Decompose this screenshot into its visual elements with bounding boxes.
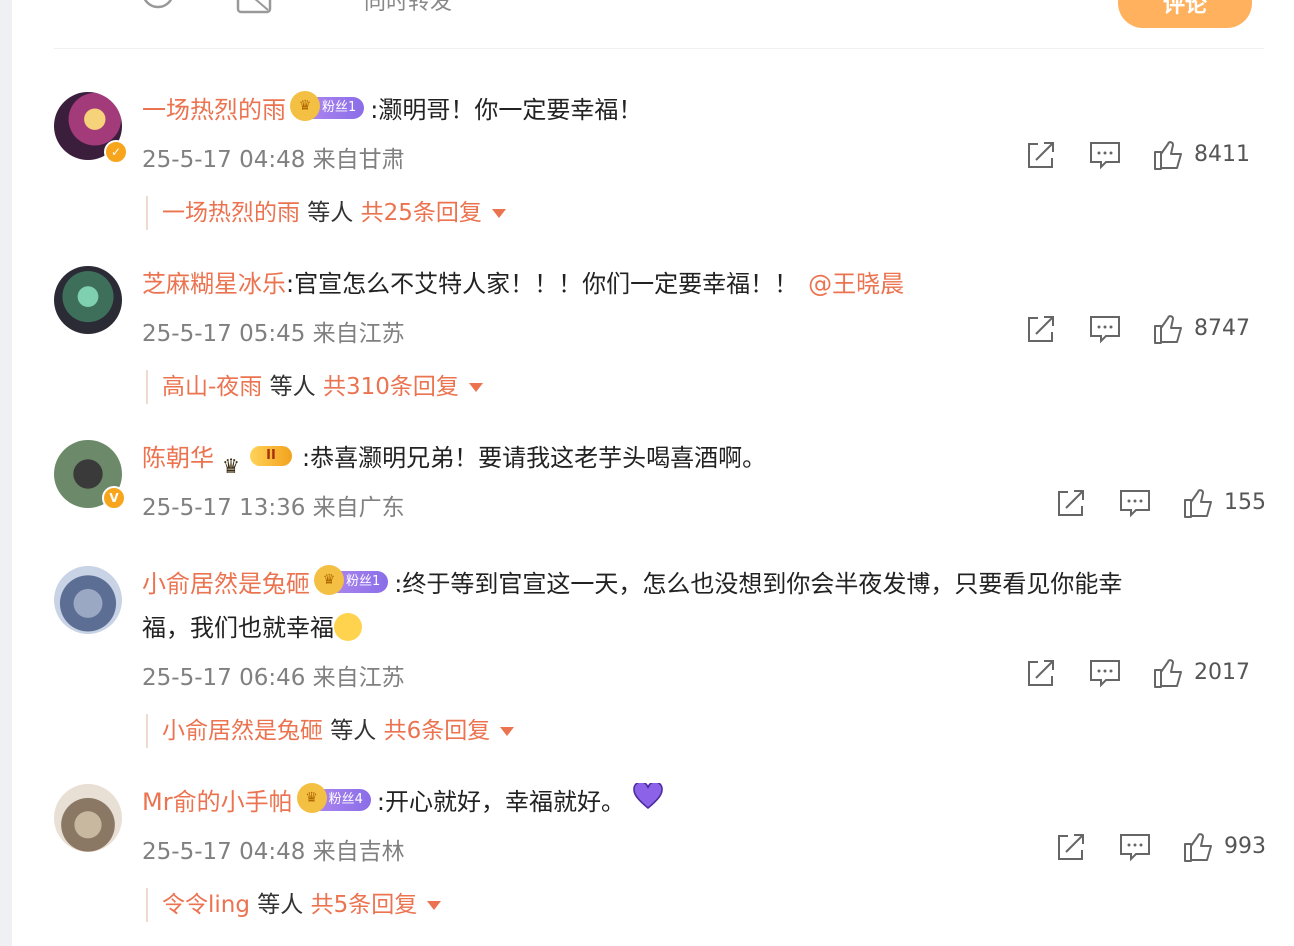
fan-badge-label: 粉丝1 (346, 574, 381, 589)
reply-total[interactable]: 共25条回复 (361, 200, 482, 226)
crying-emoji-icon (334, 613, 362, 641)
reply-total[interactable]: 共310条回复 (323, 374, 459, 400)
comment-actions: 8747 (1024, 312, 1264, 346)
comment-text: :官宣怎么不艾特人家！！！你们一定要幸福！！ (286, 270, 799, 298)
like-icon[interactable] (1152, 656, 1184, 690)
share-icon[interactable] (1054, 830, 1088, 864)
repost-checkbox-label[interactable]: 同时转发 (364, 0, 452, 16)
comment-body: 一场热烈的雨 ♛ 粉丝1:灏明哥！你一定要幸福！ (142, 88, 642, 132)
comment-actions: 2017 (1024, 656, 1264, 690)
comment-actions: 8411 (1024, 138, 1264, 172)
comment-panel: 同时转发 评论 ✓ 一场热烈的雨 ♛ 粉丝1:灏明哥！你一定要幸福！ 25-5-17… (12, 0, 1294, 946)
divider (54, 48, 1264, 49)
like-icon[interactable] (1152, 312, 1184, 346)
crown-icon: ♛ (314, 565, 344, 595)
emoji-icon[interactable] (140, 0, 176, 18)
reply-username[interactable]: 一场热烈的雨 (162, 200, 300, 226)
avatar[interactable] (54, 784, 122, 852)
crown-icon: ♛ (296, 783, 327, 813)
caret-down-icon[interactable] (491, 209, 506, 218)
comment-text: :开心就好，幸福就好。 (376, 788, 625, 816)
comment-text: :灏明哥！你一定要幸福！ (370, 96, 643, 124)
comment-actions: 993 (1054, 830, 1266, 864)
like-count: 2017 (1194, 660, 1250, 685)
comment-icon[interactable] (1088, 312, 1122, 346)
avatar[interactable] (54, 566, 122, 634)
caret-down-icon[interactable] (427, 901, 442, 910)
caret-down-icon[interactable] (500, 727, 515, 736)
replies-summary[interactable]: 高山-夜雨 等人 共310条回复 (146, 370, 483, 404)
comment-body: 芝麻糊星冰乐:官宣怎么不艾特人家！！！你们一定要幸福！！ @王晓晨 (142, 262, 904, 306)
comment-body: 陈朝华 ♛ II :恭喜灏明兄弟！要请我这老芋头喝喜酒啊。 (142, 436, 766, 480)
comment-icon[interactable] (1118, 830, 1152, 864)
like-icon[interactable] (1152, 138, 1184, 172)
comment-icon[interactable] (1088, 138, 1122, 172)
image-icon[interactable] (236, 0, 272, 18)
reply-username[interactable]: 小俞居然是兔砸 (162, 718, 323, 744)
reply-connector: 等人 (262, 374, 323, 400)
username-link[interactable]: Mr俞的小手帕 (142, 788, 293, 816)
username-link[interactable]: 陈朝华 (142, 444, 214, 472)
reply-username[interactable]: 高山-夜雨 (162, 374, 262, 400)
comment-text: :终于等到官宣这一天，怎么也没想到你会半夜发博，只要看见你能幸 (394, 570, 1123, 598)
share-icon[interactable] (1024, 656, 1058, 690)
fan-badge[interactable]: ♛ 粉丝1 (314, 565, 389, 595)
replies-summary[interactable]: 一场热烈的雨 等人 共25条回复 (146, 196, 506, 230)
username-link[interactable]: 小俞居然是兔砸 (142, 570, 310, 598)
reply-total[interactable]: 共5条回复 (311, 892, 418, 918)
username-link[interactable]: 一场热烈的雨 (142, 96, 286, 124)
member-badge-label: II (250, 446, 292, 466)
avatar[interactable] (54, 266, 122, 334)
post-comment-button[interactable]: 评论 (1118, 0, 1252, 28)
comment-meta: 25-5-17 04:48 来自甘肃 (142, 147, 405, 173)
reply-total[interactable]: 共6条回复 (384, 718, 491, 744)
fan-badge-label: 粉丝4 (328, 792, 363, 807)
like-icon[interactable] (1182, 830, 1214, 864)
comment-meta: 25-5-17 04:48 来自吉林 (142, 839, 405, 865)
purple-heart-icon (633, 779, 663, 823)
crown-icon: ♛ (290, 91, 320, 121)
like-count: 8747 (1194, 316, 1250, 341)
like-count: 993 (1224, 834, 1266, 859)
share-icon[interactable] (1054, 486, 1088, 520)
crown-icon: ♛ (222, 454, 240, 478)
fan-badge-label: 粉丝1 (322, 100, 357, 115)
share-icon[interactable] (1024, 138, 1058, 172)
fan-badge[interactable]: ♛ 粉丝4 (296, 783, 371, 813)
comment-toolbar: 同时转发 评论 (12, 0, 1294, 50)
reply-connector: 等人 (249, 892, 311, 918)
like-count: 155 (1224, 490, 1266, 515)
replies-summary[interactable]: 小俞居然是兔砸 等人 共6条回复 (146, 714, 515, 748)
caret-down-icon[interactable] (468, 383, 483, 392)
verified-badge-icon: V (102, 486, 126, 510)
share-icon[interactable] (1024, 312, 1058, 346)
comment-text: 福，我们也就幸福 (142, 614, 334, 642)
comment-icon[interactable] (1118, 486, 1152, 520)
member-badge[interactable]: ♛ II (222, 444, 294, 478)
comment-body: 小俞居然是兔砸 ♛ 粉丝1:终于等到官宣这一天，怎么也没想到你会半夜发博，只要看见你… (142, 562, 1122, 606)
comment-actions: 155 (1054, 486, 1266, 520)
comment-meta: 25-5-17 13:36 来自广东 (142, 495, 405, 521)
comment-meta: 25-5-17 06:46 来自江苏 (142, 665, 405, 691)
mention-link[interactable]: @王晓晨 (808, 270, 904, 298)
verified-badge-icon: ✓ (104, 140, 128, 164)
comment-meta: 25-5-17 05:45 来自江苏 (142, 321, 405, 347)
reply-connector: 等人 (323, 718, 384, 744)
comment-icon[interactable] (1088, 656, 1122, 690)
comment-body: Mr俞的小手帕 ♛ 粉丝4:开心就好，幸福就好。 (142, 780, 663, 825)
fan-badge[interactable]: ♛ 粉丝1 (290, 91, 365, 121)
reply-username[interactable]: 令令ling (162, 892, 250, 918)
reply-connector: 等人 (300, 200, 361, 226)
username-link[interactable]: 芝麻糊星冰乐 (142, 270, 286, 298)
like-icon[interactable] (1182, 486, 1214, 520)
replies-summary[interactable]: 令令ling 等人 共5条回复 (146, 888, 442, 922)
like-count: 8411 (1194, 142, 1250, 167)
comment-body-continued: 福，我们也就幸福 (142, 606, 362, 650)
comment-text: :恭喜灏明兄弟！要请我这老芋头喝喜酒啊。 (302, 444, 767, 472)
